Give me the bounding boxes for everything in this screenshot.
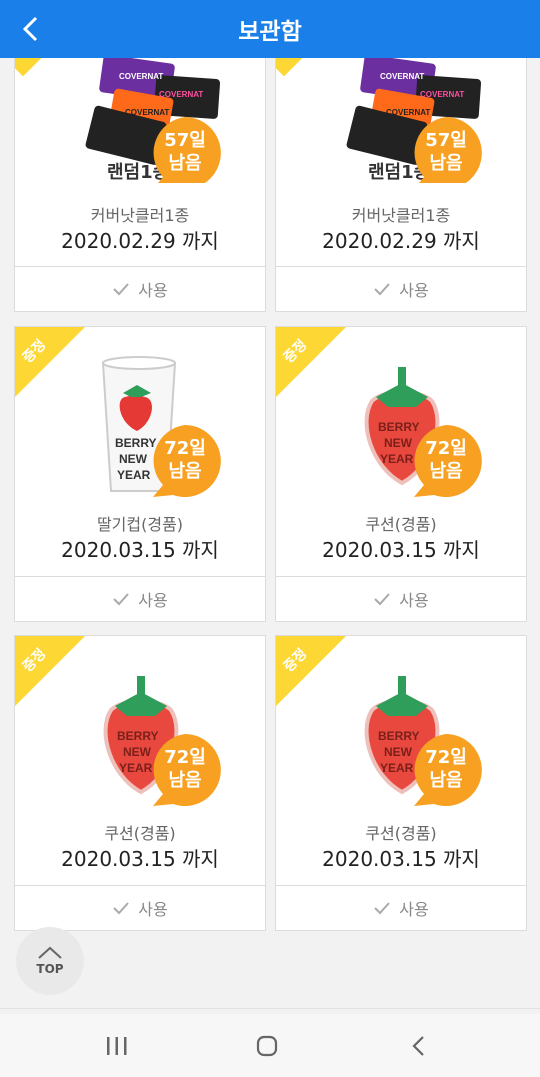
app-header: 보관함	[0, 0, 540, 58]
back-icon[interactable]	[404, 1034, 434, 1058]
coupon-expiry: 2020.02.29 까지	[322, 229, 480, 253]
coupon-card[interactable]: COVERNAT COVERNAT COVERNAT 랜덤1종 57일 남음 커…	[275, 58, 527, 312]
coupon-image: BERRY NEW YEAR 증정 72일 남음	[15, 636, 265, 816]
days-left-badge: 72일 남음	[408, 423, 484, 499]
gift-ribbon: 증정	[15, 327, 85, 397]
coupon-card[interactable]: BERRY NEW YEAR 증정 72일 남음 쿠션(경품) 2020.03.…	[275, 635, 527, 931]
coupon-image: BERRY NEW YEAR 증정 72일 남음	[276, 327, 526, 507]
check-icon	[113, 283, 130, 296]
use-button[interactable]: 사용	[276, 885, 526, 930]
use-button[interactable]: 사용	[15, 576, 265, 621]
system-nav-bar	[0, 1014, 540, 1077]
coupon-card[interactable]: COVERNAT COVERNAT COVERNAT 랜덤1종 57일 남음 커…	[14, 58, 266, 312]
svg-text:COVERNAT: COVERNAT	[380, 72, 424, 81]
coupon-name: 쿠션(경품)	[365, 515, 437, 534]
gift-ribbon: 증정	[276, 636, 346, 706]
use-button[interactable]: 사용	[276, 576, 526, 621]
use-button[interactable]: 사용	[15, 885, 265, 930]
coupon-card[interactable]: BERRY NEW YEAR 증정 72일 남음 쿠션(경품) 2020.03.…	[14, 635, 266, 931]
coupon-image: COVERNAT COVERNAT COVERNAT 랜덤1종 57일 남음	[15, 58, 265, 183]
svg-text:COVERNAT: COVERNAT	[420, 90, 464, 99]
coupon-expiry: 2020.03.15 까지	[322, 847, 480, 871]
coupon-image: BERRY NEW YEAR 증정 72일 남음	[15, 327, 265, 507]
coupon-image: COVERNAT COVERNAT COVERNAT 랜덤1종 57일 남음	[276, 58, 526, 183]
scroll-top-button[interactable]: TOP	[16, 927, 84, 995]
check-icon	[374, 593, 391, 606]
coupon-card[interactable]: BERRY NEW YEAR 증정 72일 남음 딸기컵(경품) 2020.03…	[14, 326, 266, 622]
check-icon	[374, 283, 391, 296]
use-button[interactable]: 사용	[276, 266, 526, 311]
days-left-badge: 72일 남음	[408, 732, 484, 808]
covernat-pouches-image: COVERNAT COVERNAT COVERNAT 랜덤1종	[15, 58, 221, 183]
coupon-name: 쿠션(경품)	[365, 824, 437, 843]
brand-text: COVERNAT	[119, 72, 163, 81]
check-icon	[113, 902, 130, 915]
coupon-name: 커버낫클러1종	[90, 206, 190, 225]
svg-text:COVERNAT: COVERNAT	[159, 90, 203, 99]
svg-text:NEW: NEW	[119, 452, 148, 466]
coupon-card[interactable]: BERRY NEW YEAR 증정 72일 남음 쿠션(경품) 2020.03.…	[275, 326, 527, 622]
coupon-list: COVERNAT COVERNAT COVERNAT 랜덤1종 57일 남음 커…	[0, 58, 540, 1008]
coupon-name: 쿠션(경품)	[104, 824, 176, 843]
coupon-name: 딸기컵(경품)	[96, 515, 184, 534]
days-left-badge: 72일 남음	[147, 732, 223, 808]
covernat-pouches-image: COVERNAT COVERNAT COVERNAT 랜덤1종	[276, 58, 482, 183]
page-title: 보관함	[238, 19, 302, 45]
gift-ribbon: 증정	[15, 636, 85, 706]
days-left-badge: 72일 남음	[147, 423, 223, 499]
days-left-badge: 57일 남음	[408, 115, 484, 183]
divider	[0, 1008, 540, 1009]
home-icon[interactable]	[252, 1034, 282, 1058]
coupon-expiry: 2020.02.29 까지	[61, 229, 219, 253]
use-button[interactable]: 사용	[15, 266, 265, 311]
coupon-image: BERRY NEW YEAR 증정 72일 남음	[276, 636, 526, 816]
svg-text:YEAR: YEAR	[117, 468, 151, 482]
coupon-expiry: 2020.03.15 까지	[322, 538, 480, 562]
chevron-up-icon	[38, 946, 62, 959]
gift-ribbon: 증정	[276, 327, 346, 397]
top-label: TOP	[36, 962, 64, 976]
coupon-expiry: 2020.03.15 까지	[61, 847, 219, 871]
check-icon	[374, 902, 391, 915]
coupon-expiry: 2020.03.15 까지	[61, 538, 219, 562]
coupon-name: 커버낫클러1종	[351, 206, 451, 225]
days-left-badge: 57일 남음	[147, 115, 223, 183]
check-icon	[113, 593, 130, 606]
recent-apps-icon[interactable]	[102, 1034, 132, 1058]
